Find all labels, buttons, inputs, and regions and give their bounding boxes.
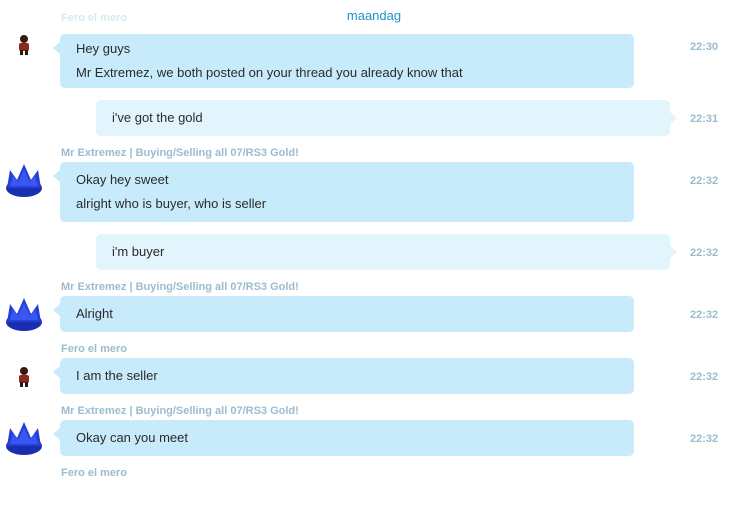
- message-bubble: Alright: [53, 296, 634, 332]
- sender-name: Fero el mero: [61, 467, 128, 479]
- message-time: 22:31: [690, 113, 719, 125]
- avatar-extremez[interactable]: [4, 418, 44, 458]
- message-text: I am the seller: [76, 368, 158, 383]
- faded-sender-name: Fero el mero: [61, 12, 128, 24]
- sender-name: Mr Extremez | Buying/Selling all 07/RS3 …: [61, 405, 299, 417]
- message-text: Hey guys: [76, 41, 131, 56]
- avatar-fero[interactable]: [14, 366, 34, 388]
- message-text: Okay hey sweet: [76, 172, 169, 187]
- avatar-extremez[interactable]: [4, 294, 44, 334]
- message-bubble: i'm buyer: [96, 234, 677, 270]
- person-avatar-icon: [19, 367, 29, 387]
- sender-name: Fero el mero: [61, 343, 128, 355]
- message-text: alright who is buyer, who is seller: [76, 196, 267, 211]
- avatar-extremez[interactable]: [4, 160, 44, 200]
- sender-name: Mr Extremez | Buying/Selling all 07/RS3 …: [61, 147, 299, 159]
- message-text: i've got the gold: [112, 110, 203, 125]
- message-bubble: I am the seller: [53, 358, 634, 394]
- message-time: 22:32: [690, 309, 719, 321]
- message-time: 22:30: [690, 41, 719, 53]
- message-bubble: Hey guys Mr Extremez, we both posted on …: [53, 34, 634, 88]
- sender-name: Mr Extremez | Buying/Selling all 07/RS3 …: [61, 281, 299, 293]
- message-time: 22:32: [690, 371, 719, 383]
- message-text: Okay can you meet: [76, 430, 188, 445]
- message-bubble: Okay hey sweet alright who is buyer, who…: [53, 162, 634, 222]
- message-text: Alright: [76, 306, 113, 321]
- person-avatar-icon: [19, 35, 29, 55]
- message-time: 22:32: [690, 433, 719, 445]
- blue-crown-avatar-icon: [6, 422, 42, 455]
- avatar-fero[interactable]: [14, 34, 34, 56]
- blue-crown-avatar-icon: [6, 298, 42, 331]
- message-time: 22:32: [690, 175, 719, 187]
- blue-crown-avatar-icon: [6, 164, 42, 197]
- message-bubble: Okay can you meet: [53, 420, 634, 456]
- message-text: Mr Extremez, we both posted on your thre…: [76, 65, 463, 80]
- message-bubble: i've got the gold: [96, 100, 677, 136]
- message-text: i'm buyer: [112, 244, 165, 259]
- message-time: 22:32: [690, 247, 719, 259]
